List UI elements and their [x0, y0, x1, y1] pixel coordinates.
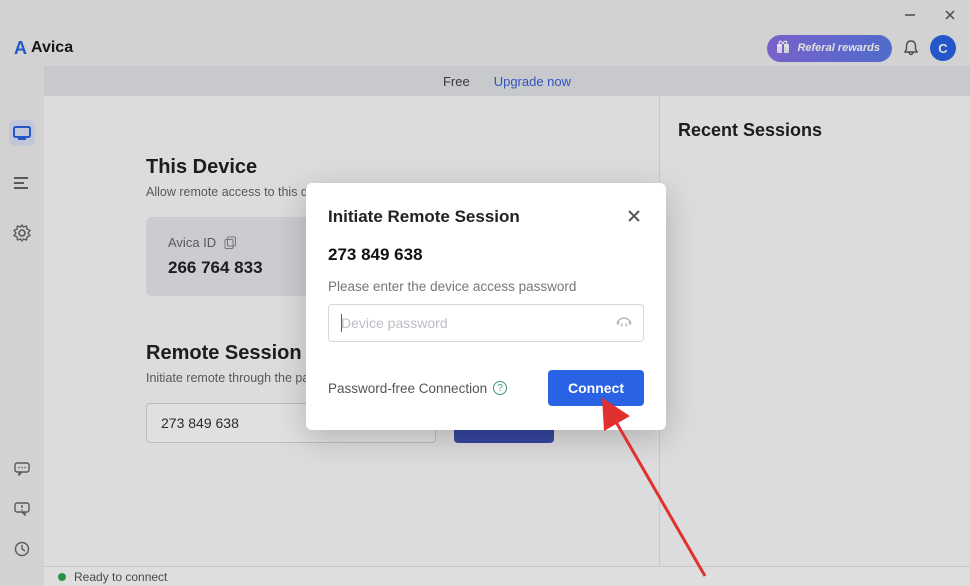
plan-promo-bar: Free Upgrade now — [44, 66, 970, 96]
status-text: Ready to connect — [74, 570, 167, 584]
sidebar-item-feedback[interactable] — [9, 496, 35, 522]
sidebar-item-chat[interactable] — [9, 456, 35, 482]
copy-icon[interactable] — [224, 236, 237, 249]
sidebar-item-list[interactable] — [9, 170, 35, 196]
gift-icon — [775, 39, 791, 58]
plan-label: Free — [443, 74, 470, 89]
brand-mark-icon: A — [14, 38, 27, 59]
help-icon[interactable]: ? — [493, 381, 507, 395]
referral-label: Referal rewards — [797, 43, 880, 54]
upgrade-link[interactable]: Upgrade now — [494, 74, 571, 89]
status-dot-icon — [58, 573, 66, 581]
referral-rewards-button[interactable]: Referal rewards — [767, 35, 892, 62]
sidebar-item-home[interactable] — [9, 120, 35, 146]
device-password-input[interactable] — [328, 304, 644, 342]
show-password-icon[interactable] — [616, 316, 632, 330]
app-header: A Avica Referal rewards C — [0, 30, 970, 66]
password-free-link[interactable]: Password-free Connection ? — [328, 381, 507, 396]
avica-id-value: 266 764 833 — [168, 258, 263, 278]
modal-connect-button[interactable]: Connect — [548, 370, 644, 406]
avica-id-label: Avica ID — [168, 235, 263, 250]
brand-logo: A Avica — [14, 38, 73, 59]
window-minimize-button[interactable] — [898, 3, 922, 27]
sidebar-item-history[interactable] — [9, 536, 35, 562]
avatar-initial: C — [938, 41, 947, 56]
user-avatar[interactable]: C — [930, 35, 956, 61]
modal-title: Initiate Remote Session — [328, 207, 520, 227]
notifications-icon[interactable] — [902, 39, 920, 57]
status-bar: Ready to connect — [44, 566, 970, 586]
this-device-title: This Device — [146, 156, 659, 179]
window-close-button[interactable] — [938, 3, 962, 27]
modal-close-button[interactable] — [626, 208, 644, 226]
modal-device-id: 273 849 638 — [328, 245, 644, 265]
sidebar-item-settings[interactable] — [9, 220, 35, 246]
input-caret-icon — [341, 314, 342, 332]
recent-sessions-title: Recent Sessions — [678, 120, 952, 141]
window-titlebar — [0, 0, 970, 30]
recent-sessions-panel: Recent Sessions — [659, 96, 970, 566]
modal-instruction: Please enter the device access password — [328, 279, 644, 294]
sidebar-bottom — [0, 456, 44, 562]
brand-name: Avica — [31, 39, 73, 57]
initiate-session-modal: Initiate Remote Session 273 849 638 Plea… — [306, 183, 666, 430]
